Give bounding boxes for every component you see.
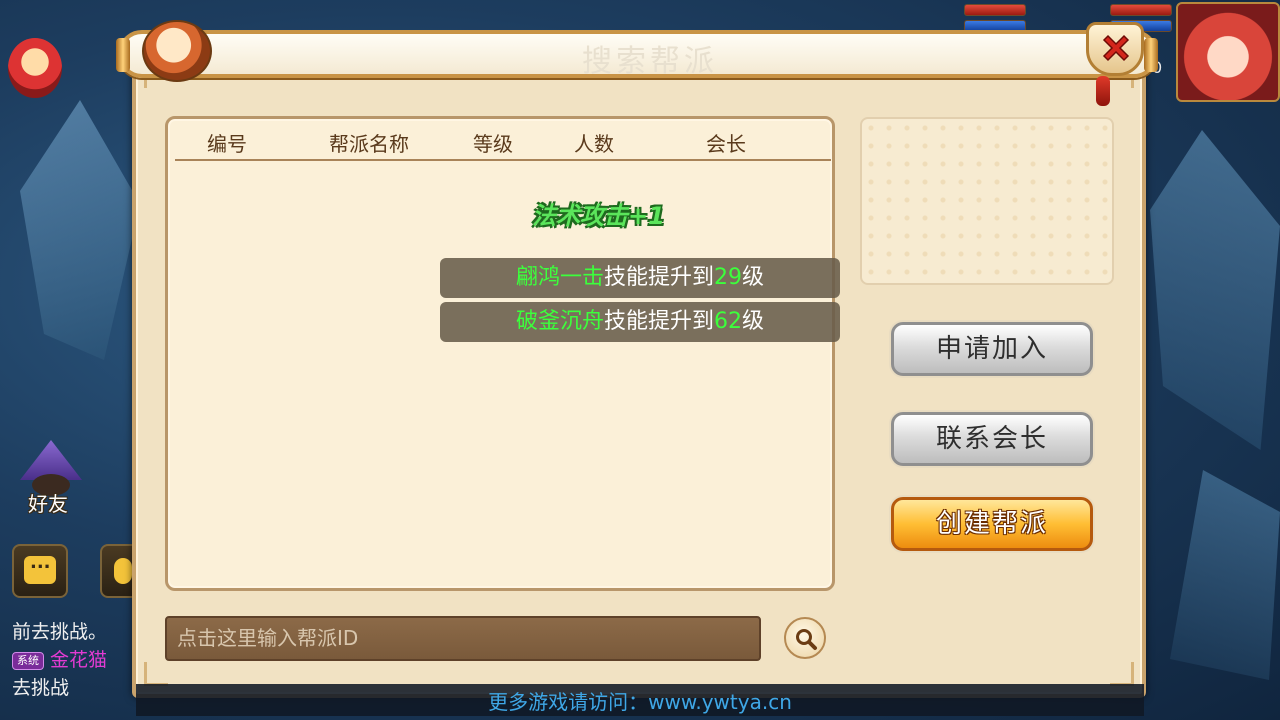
magnifier-icon	[796, 629, 817, 650]
guild-info-panel	[860, 117, 1114, 285]
dialog-corner-ornament	[144, 662, 168, 686]
skill-upgrade-toast: 破釜沉舟技能提升到62级	[440, 302, 840, 342]
toast-text: 级	[742, 309, 765, 334]
chat-line: 系统 金花猫	[12, 646, 142, 674]
dialog-title: 搜索帮派	[582, 44, 718, 79]
background-crystal	[1150, 130, 1280, 450]
column-header-members[interactable]: 人数	[574, 128, 614, 157]
skill-level: 29	[714, 265, 742, 290]
background-crystal	[20, 100, 140, 360]
friends-label: 好友	[28, 492, 68, 516]
hp-bar	[964, 4, 1026, 16]
apply-join-button[interactable]: 申请加入	[891, 322, 1093, 376]
scroll-rod	[1144, 38, 1158, 72]
toast-text: 技能提升到	[603, 265, 714, 290]
chat-log: 前去挑战。 系统 金花猫 去挑战	[12, 618, 142, 702]
fortune-god-icon[interactable]	[8, 38, 62, 98]
close-x-icon	[1102, 34, 1130, 62]
voice-button[interactable]	[100, 544, 134, 598]
hp-bar	[1110, 4, 1172, 16]
skill-level: 62	[714, 309, 742, 334]
friends-button[interactable]: 好友	[12, 440, 88, 516]
column-header-leader[interactable]: 会长	[706, 128, 746, 157]
dialog-corner-ornament	[1110, 662, 1134, 686]
footer-watermark[interactable]: 更多游戏请访问：www.ywtya.cn	[136, 686, 1144, 715]
skill-name: 翩鸿一击	[515, 265, 604, 290]
chat-speaker-name[interactable]: 金花猫	[50, 649, 107, 671]
chat-line: 去挑战	[12, 677, 70, 699]
toast-text: 技能提升到	[603, 309, 714, 334]
guild-id-search-input[interactable]: 点击这里输入帮派ID	[165, 616, 761, 661]
chat-line: 前去挑战。	[12, 621, 108, 643]
player-avatar[interactable]	[1176, 2, 1280, 102]
chat-bubble-icon	[24, 552, 56, 584]
header-divider	[175, 159, 831, 161]
system-tag: 系统	[12, 651, 44, 670]
close-button[interactable]	[1086, 22, 1144, 76]
background-crystal	[1170, 470, 1280, 680]
column-header-level[interactable]: 等级	[473, 128, 513, 157]
buff-notification: 法术攻击+1	[532, 202, 665, 230]
column-header-id[interactable]: 编号	[207, 128, 247, 157]
microphone-icon	[114, 558, 132, 584]
column-header-name[interactable]: 帮派名称	[329, 128, 409, 157]
mascot-badge-icon	[142, 20, 212, 82]
toast-text: 级	[742, 265, 765, 290]
tassel-ornament	[1096, 76, 1110, 106]
chat-button[interactable]	[12, 544, 68, 598]
create-guild-button[interactable]: 创建帮派	[891, 497, 1093, 551]
skill-upgrade-toast: 翩鸿一击技能提升到29级	[440, 258, 840, 298]
scroll-rod	[116, 38, 130, 72]
skill-name: 破釜沉舟	[515, 309, 604, 334]
contact-leader-button[interactable]: 联系会长	[891, 412, 1093, 466]
guild-list-panel[interactable]	[165, 116, 835, 591]
search-button[interactable]	[784, 617, 826, 659]
